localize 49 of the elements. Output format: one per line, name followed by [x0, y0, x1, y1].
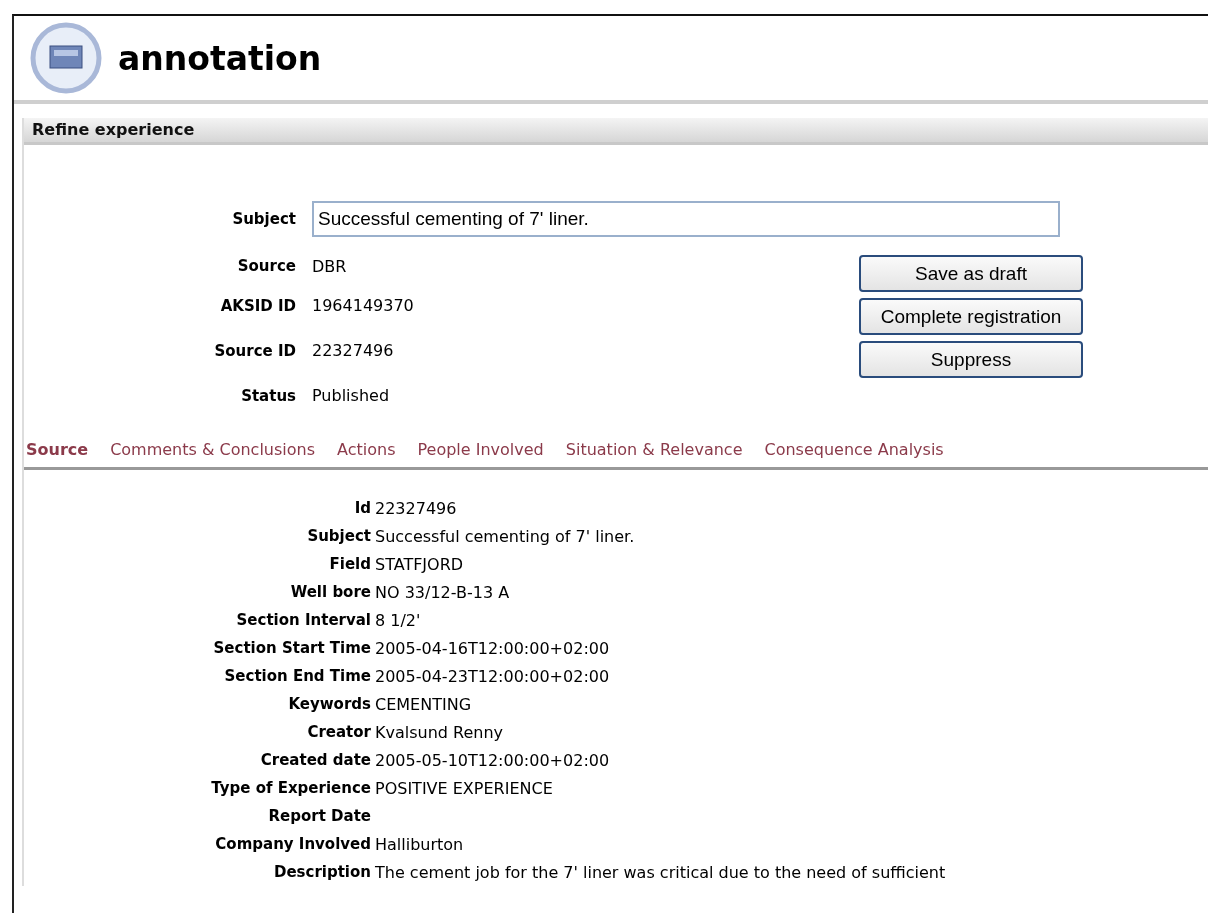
- tab[interactable]: Actions: [337, 440, 396, 459]
- detail-value: 22327496: [375, 498, 457, 518]
- action-button[interactable]: Complete registration: [859, 298, 1083, 335]
- app-title: annotation: [118, 38, 322, 78]
- detail-label: Section Interval: [235, 611, 372, 629]
- detail-label: Created date: [259, 751, 372, 769]
- detail-value: 2005-04-16T12:00:00+02:00: [375, 638, 610, 658]
- detail-value: 2005-05-10T12:00:00+02:00: [375, 750, 610, 770]
- panel-title: Refine experience: [24, 118, 1208, 145]
- field-label: AKSID ID: [219, 296, 297, 315]
- tab[interactable]: Situation & Relevance: [565, 440, 743, 459]
- field-label: Status: [240, 386, 297, 405]
- detail-value: 8 1/2': [375, 610, 421, 630]
- subject-field[interactable]: Successful cementing of 7' liner.: [312, 201, 1060, 237]
- tab[interactable]: Consequence Analysis: [764, 440, 944, 459]
- detail-label: Keywords: [287, 695, 372, 713]
- field-value: 22327496: [312, 341, 394, 360]
- detail-label: Section End Time: [223, 667, 372, 685]
- detail-value: CEMENTING: [375, 694, 472, 714]
- detail-label: Company Involved: [214, 835, 372, 853]
- detail-label: Description: [272, 863, 372, 881]
- detail-label: Section Start Time: [212, 639, 372, 657]
- detail-value: Kvalsund Renny: [375, 722, 504, 742]
- field-label: Source: [236, 257, 297, 275]
- detail-label: Id: [353, 499, 372, 517]
- detail-value: POSITIVE EXPERIENCE: [375, 778, 553, 798]
- field-value: DBR: [312, 256, 347, 276]
- detail-value: 2005-04-23T12:00:00+02:00: [375, 666, 610, 686]
- detail-value: STATFJORD: [375, 554, 464, 574]
- field-value: Published: [312, 386, 390, 405]
- detail-label: Well bore: [289, 583, 372, 601]
- field-label: Source ID: [213, 341, 297, 360]
- detail-value: NO 33/12-B-13 A: [375, 582, 510, 602]
- action-button[interactable]: Save as draft: [859, 255, 1083, 292]
- action-button[interactable]: Suppress: [859, 341, 1083, 378]
- detail-label: Type of Experience: [210, 779, 372, 797]
- field-value: 1964149370: [312, 296, 414, 315]
- tab[interactable]: People Involved: [417, 440, 544, 459]
- tab[interactable]: Source: [26, 440, 89, 459]
- field-label: Subject: [231, 210, 297, 228]
- detail-label: Subject: [306, 527, 372, 545]
- detail-value: Successful cementing of 7' liner.: [375, 526, 635, 546]
- detail-value: The cement job for the 7' liner was critical due to the need of sufficient: [375, 862, 946, 882]
- app-logo-icon: [30, 22, 102, 94]
- tab[interactable]: Comments & Conclusions: [110, 440, 316, 459]
- detail-value: Halliburton: [375, 834, 464, 854]
- detail-label: Report Date: [267, 807, 372, 825]
- detail-label: Field: [328, 555, 372, 573]
- detail-label: Creator: [306, 723, 372, 741]
